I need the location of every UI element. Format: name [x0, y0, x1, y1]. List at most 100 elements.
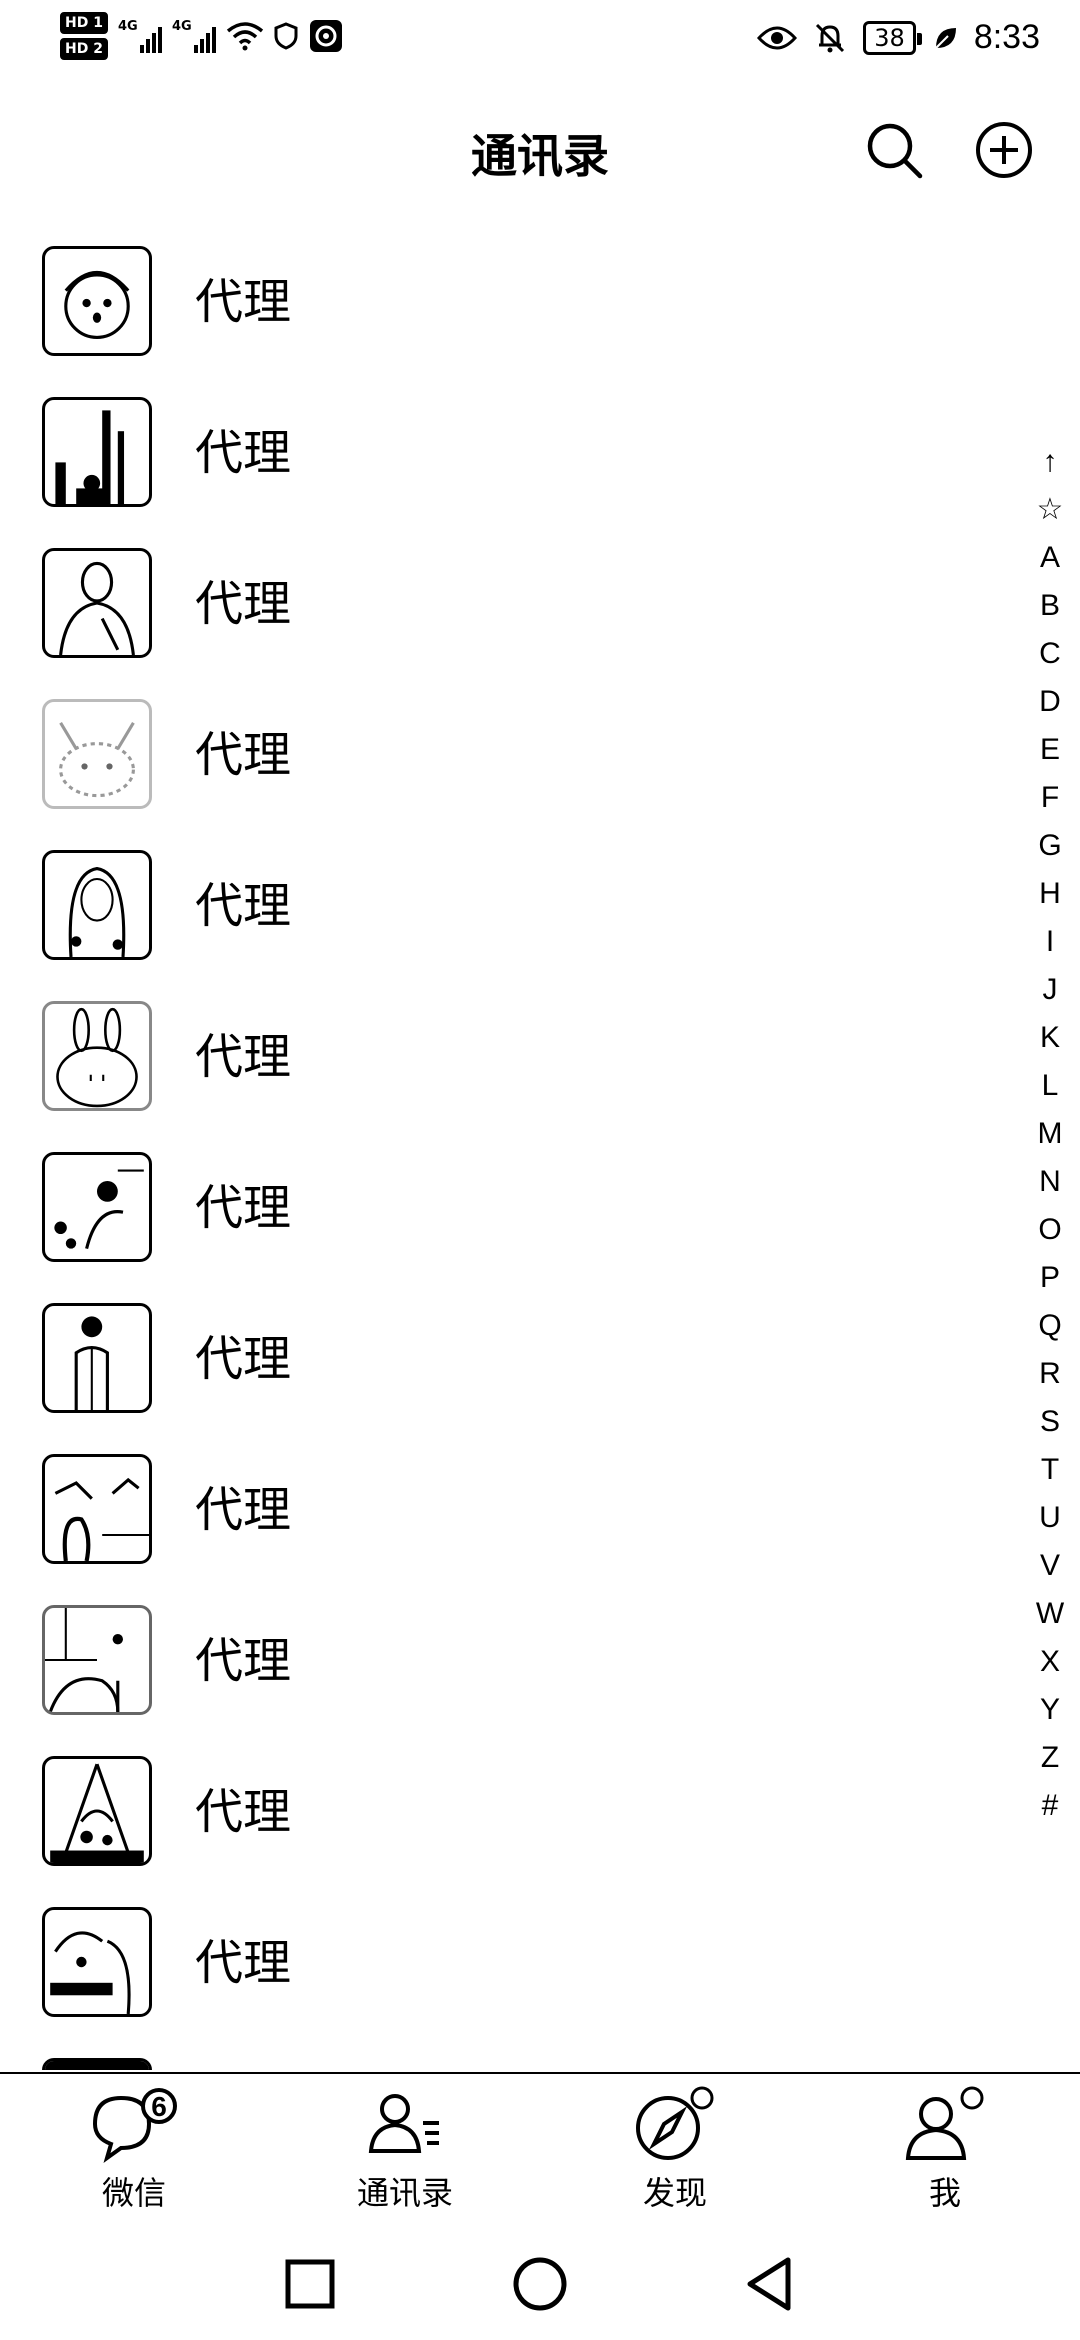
add-circle-icon — [976, 122, 1032, 178]
index-letter[interactable]: J — [1030, 966, 1070, 1014]
contact-name: 代理 — [195, 1784, 292, 1840]
contact-row[interactable]: 代理 — [0, 1740, 1020, 1891]
back-button[interactable] — [740, 2254, 800, 2314]
contact-name: 代理 — [195, 1331, 292, 1387]
contact-row[interactable]: 代理 — [0, 683, 1020, 834]
contact-row[interactable]: 代理 — [0, 1589, 1020, 1740]
contact-name: 代理 — [195, 1029, 292, 1085]
hd-indicators: HD 1 HD 2 — [60, 12, 108, 60]
recents-button[interactable] — [280, 2254, 340, 2314]
index-letter[interactable]: ↑ — [1030, 438, 1070, 486]
contact-avatar — [42, 246, 152, 356]
contact-row[interactable]: 代理 — [0, 1287, 1020, 1438]
battery-indicator: 38 — [863, 20, 922, 55]
hd1-badge: HD 1 — [60, 12, 108, 34]
chat-badge-count: 6 — [151, 2091, 167, 2122]
index-letter[interactable]: # — [1030, 1782, 1070, 1830]
contact-name: 代理 — [195, 425, 292, 481]
wifi-icon — [226, 21, 264, 51]
contact-name: 代理 — [195, 1180, 292, 1236]
index-letter[interactable]: K — [1030, 1014, 1070, 1062]
index-letter[interactable]: S — [1030, 1398, 1070, 1446]
contact-row[interactable]: 代理 — [0, 381, 1020, 532]
contact-name: 代理 — [195, 1482, 292, 1538]
tab-label: 我 — [928, 2174, 961, 2212]
index-letter[interactable]: O — [1030, 1206, 1070, 1254]
index-letter[interactable]: D — [1030, 678, 1070, 726]
index-letter[interactable]: P — [1030, 1254, 1070, 1302]
contact-name: 代理 — [195, 576, 292, 632]
contact-row[interactable]: 代理 — [0, 1438, 1020, 1589]
index-letter[interactable]: Q — [1030, 1302, 1070, 1350]
contact-avatar — [42, 548, 152, 658]
tab-contacts[interactable]: 通讯录 — [305, 2084, 505, 2214]
index-letter[interactable]: N — [1030, 1158, 1070, 1206]
index-letter[interactable]: ☆ — [1030, 486, 1070, 534]
index-letter[interactable]: V — [1030, 1542, 1070, 1590]
tab-me[interactable]: 我 — [845, 2084, 1045, 2214]
index-letter[interactable]: G — [1030, 822, 1070, 870]
index-letter[interactable]: F — [1030, 774, 1070, 822]
contact-row[interactable]: 代理 — [0, 1136, 1020, 1287]
contact-avatar — [42, 1001, 152, 1111]
contact-avatar — [42, 850, 152, 960]
index-letter[interactable]: E — [1030, 726, 1070, 774]
search-icon — [867, 123, 923, 179]
contact-avatar — [42, 1152, 152, 1262]
contact-row-partial[interactable] — [0, 2042, 1020, 2070]
index-letter[interactable]: Z — [1030, 1734, 1070, 1782]
circle-icon — [513, 2257, 567, 2311]
leaf-icon — [932, 24, 958, 52]
index-letter[interactable]: X — [1030, 1638, 1070, 1686]
contact-name: 代理 — [195, 1633, 292, 1689]
contact-name: 代理 — [195, 1935, 292, 1991]
index-letter[interactable]: B — [1030, 582, 1070, 630]
contact-name: 代理 — [195, 274, 292, 330]
index-letter[interactable]: M — [1030, 1110, 1070, 1158]
add-button[interactable] — [972, 118, 1036, 182]
network-type-1: 4G — [117, 19, 138, 34]
index-letter[interactable]: T — [1030, 1446, 1070, 1494]
alphabet-index-bar[interactable]: ↑ ☆ A B C D E F G H I J K L M N O P Q R S T U V W X Y Z # — [1030, 438, 1070, 1830]
index-letter[interactable]: R — [1030, 1350, 1070, 1398]
tab-label: 微信 — [101, 2174, 166, 2212]
contact-avatar — [42, 1454, 152, 1564]
triangle-back-icon — [747, 2257, 791, 2311]
index-letter[interactable]: Y — [1030, 1686, 1070, 1734]
contact-row[interactable]: 代理 — [0, 1891, 1020, 2042]
contact-avatar — [42, 397, 152, 507]
index-letter[interactable]: H — [1030, 870, 1070, 918]
contact-avatar — [42, 699, 152, 809]
contact-list[interactable]: 代理 代理 代理 代理 代理 代理 代理 代理 代理 代理 代理 代理 — [0, 230, 1080, 2070]
chat-bubble-icon: 6 — [92, 2088, 177, 2163]
hd2-badge: HD 2 — [60, 38, 108, 60]
header: 通讯录 — [0, 100, 1080, 200]
index-letter[interactable]: I — [1030, 918, 1070, 966]
tab-chats[interactable]: 6 微信 — [34, 2084, 234, 2214]
contact-row[interactable]: 代理 — [0, 985, 1020, 1136]
contact-avatar — [42, 1605, 152, 1715]
home-button[interactable] — [510, 2254, 570, 2314]
contact-avatar — [42, 1303, 152, 1413]
index-letter[interactable]: U — [1030, 1494, 1070, 1542]
search-button[interactable] — [862, 118, 926, 182]
contact-avatar — [42, 2058, 152, 2070]
contact-row[interactable]: 代理 — [0, 834, 1020, 985]
status-bar: HD 1 HD 2 4G 4G 38 8:33 — [0, 0, 1080, 80]
contact-name: 代理 — [195, 878, 292, 934]
contact-row[interactable]: 代理 — [0, 532, 1020, 683]
index-letter[interactable]: W — [1030, 1590, 1070, 1638]
index-letter[interactable]: C — [1030, 630, 1070, 678]
person-icon — [905, 2086, 984, 2160]
index-letter[interactable]: A — [1030, 534, 1070, 582]
compass-icon — [636, 2086, 714, 2160]
contact-row[interactable]: 代理 — [0, 230, 1020, 381]
tab-discover[interactable]: 发现 — [575, 2084, 775, 2214]
eye-icon — [757, 24, 798, 52]
tab-label: 通讯录 — [356, 2174, 453, 2212]
contacts-icon — [368, 2094, 439, 2153]
index-letter[interactable]: L — [1030, 1062, 1070, 1110]
system-nav-bar — [0, 2220, 1080, 2340]
tab-label: 发现 — [642, 2174, 707, 2212]
contact-avatar — [42, 1907, 152, 2017]
